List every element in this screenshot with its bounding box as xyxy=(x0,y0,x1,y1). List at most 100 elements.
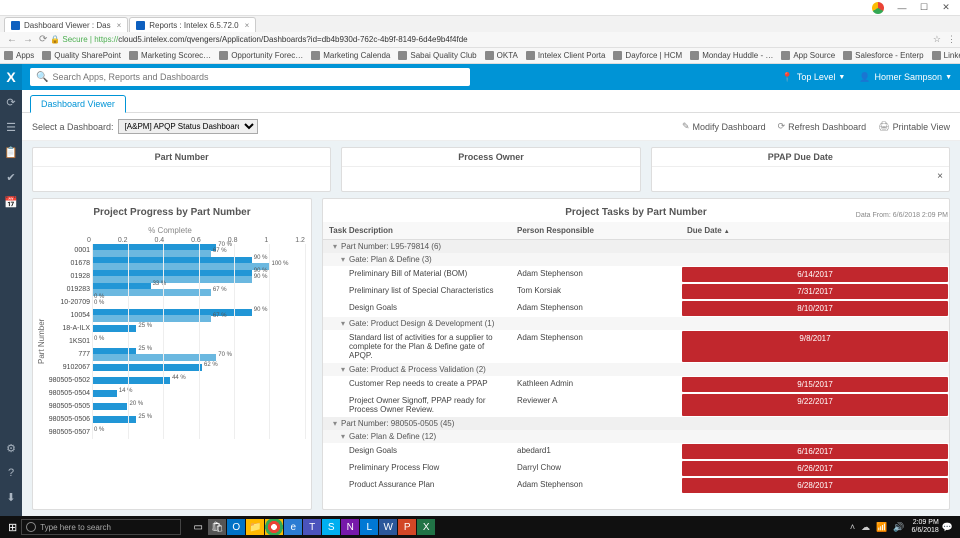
rail-item[interactable]: 📋 xyxy=(4,146,18,159)
chrome-app-icon[interactable] xyxy=(265,519,283,535)
bar-series-2[interactable]: 67 % xyxy=(92,289,211,296)
table-row[interactable]: Preliminary Process FlowDarryl Chow6/26/… xyxy=(323,460,949,477)
url-text[interactable]: Secure | https://cloud5.intelex.com/qven… xyxy=(62,35,927,44)
table-row[interactable]: Preliminary list of Special Characterist… xyxy=(323,283,949,300)
bookmark-item[interactable]: Opportunity Forec… xyxy=(219,51,303,60)
bookmark-item[interactable]: Dayforce | HCM xyxy=(613,51,682,60)
reload-button[interactable]: ⟳ xyxy=(39,34,47,45)
bar-series-2[interactable]: 67 % xyxy=(92,250,211,257)
group-gate[interactable]: ▾Gate: Plan & Define (12) xyxy=(323,430,949,443)
tray-up-icon[interactable]: ˄ xyxy=(850,522,855,532)
table-row[interactable]: Project Owner Signoff, PPAP ready for Pr… xyxy=(323,393,949,417)
table-row[interactable]: Preliminary Bill of Material (BOM)Adam S… xyxy=(323,266,949,283)
rail-item[interactable]: ⟳ xyxy=(6,96,15,109)
collapse-icon[interactable]: ▾ xyxy=(341,255,349,264)
table-row[interactable]: Standard list of activities for a suppli… xyxy=(323,330,949,363)
global-search[interactable]: 🔍 xyxy=(30,68,470,86)
group-part-number[interactable]: ▾Part Number: 980505-0505 (45) xyxy=(323,417,949,430)
bookmark-item[interactable]: App Source xyxy=(781,51,835,60)
user-menu[interactable]: 👤 Homer Sampson ▼ xyxy=(859,72,952,83)
close-button[interactable]: ✕ xyxy=(936,2,956,14)
search-input[interactable] xyxy=(52,72,464,82)
bar-series-2[interactable]: 100 % xyxy=(92,263,270,270)
table-row[interactable]: Design Goalsabedard16/16/2017 xyxy=(323,443,949,460)
dashboard-select[interactable]: [A&PM] APQP Status Dashboard xyxy=(118,119,258,134)
rail-item[interactable]: ☰ xyxy=(6,121,16,134)
table-row[interactable]: Product Assurance PlanAdam Stephenson6/2… xyxy=(323,477,949,494)
rail-item[interactable]: ? xyxy=(8,467,14,479)
back-button[interactable]: ← xyxy=(7,34,17,45)
collapse-icon[interactable]: ▾ xyxy=(341,365,349,374)
printable-view-link[interactable]: 🖨Printable View xyxy=(878,121,950,132)
top-level-dropdown[interactable]: 📍 Top Level ▼ xyxy=(782,72,846,83)
bar-series-2[interactable]: 67 % xyxy=(92,315,211,322)
tray-volume-icon[interactable]: 🔊 xyxy=(893,522,904,533)
tray-notifications-icon[interactable]: 💬 xyxy=(942,522,953,533)
tab-dashboard-viewer[interactable]: Dashboard Viewer xyxy=(30,95,126,113)
outlook-icon[interactable]: O xyxy=(227,519,245,535)
bar-series-2[interactable]: 90 % xyxy=(92,276,252,283)
bar-series-1[interactable]: 44 % xyxy=(92,377,170,384)
skype-icon[interactable]: S xyxy=(322,519,340,535)
bookmark-item[interactable]: Quality SharePoint xyxy=(42,51,121,60)
collapse-icon[interactable]: ▾ xyxy=(333,419,341,428)
tab-close-icon[interactable]: × xyxy=(117,21,122,30)
bookmark-item[interactable]: Marketing Calenda xyxy=(311,51,390,60)
filter-card[interactable]: Process Owner xyxy=(341,147,640,192)
col-due-date[interactable]: Due Date▲ xyxy=(681,222,949,239)
bar-series-1[interactable]: 14 % xyxy=(92,390,117,397)
refresh-dashboard-link[interactable]: ⟳Refresh Dashboard xyxy=(778,121,867,132)
forward-button[interactable]: → xyxy=(23,34,33,45)
bar-series-1[interactable]: 25 % xyxy=(92,416,136,423)
modify-dashboard-link[interactable]: ✎Modify Dashboard xyxy=(682,121,766,132)
clock[interactable]: 2:09 PM6/6/2018 xyxy=(912,519,939,535)
bar-series-1[interactable]: 62 % xyxy=(92,364,202,371)
rail-item[interactable]: ⚙ xyxy=(6,442,16,455)
tray-wifi-icon[interactable]: 📶 xyxy=(876,522,887,533)
bookmark-item[interactable]: LinkedIn xyxy=(932,51,960,60)
filter-card[interactable]: PPAP Due Date× xyxy=(651,147,950,192)
filter-card[interactable]: Part Number xyxy=(32,147,331,192)
collapse-icon[interactable]: ▾ xyxy=(341,319,349,328)
bookmark-item[interactable]: Monday Huddle - … xyxy=(690,51,773,60)
store-icon[interactable]: 🛍 xyxy=(208,519,226,535)
browser-tab[interactable]: Reports : Intelex 6.5.72.0 × xyxy=(129,17,256,32)
bar-series-1[interactable]: 25 % xyxy=(92,325,136,332)
rail-item[interactable]: ⬇ xyxy=(6,491,15,504)
word-icon[interactable]: W xyxy=(379,519,397,535)
bookmark-item[interactable]: Sabai Quality Club xyxy=(398,51,476,60)
group-gate[interactable]: ▾Gate: Product Design & Development (1) xyxy=(323,317,949,330)
bookmark-item[interactable]: Marketing Scorec… xyxy=(129,51,211,60)
menu-icon[interactable]: ⋮ xyxy=(947,34,956,45)
collapse-icon[interactable]: ▾ xyxy=(341,432,349,441)
tab-close-icon[interactable]: × xyxy=(245,21,250,30)
start-button[interactable]: ⊞ xyxy=(8,521,17,534)
edge-icon[interactable]: e xyxy=(284,519,302,535)
group-gate[interactable]: ▾Gate: Plan & Define (3) xyxy=(323,253,949,266)
bookmark-item[interactable]: Intelex Client Porta xyxy=(526,51,606,60)
filter-clear-icon[interactable]: × xyxy=(937,171,943,182)
cortana-search[interactable]: Type here to search xyxy=(21,519,181,535)
table-row[interactable]: Design GoalsAdam Stephenson8/10/2017 xyxy=(323,300,949,317)
bookmark-item[interactable]: Apps xyxy=(4,51,34,60)
lync-icon[interactable]: L xyxy=(360,519,378,535)
group-part-number[interactable]: ▾Part Number: L95-79814 (6) xyxy=(323,240,949,253)
star-icon[interactable]: ☆ xyxy=(933,34,941,45)
excel-icon[interactable]: X xyxy=(417,519,435,535)
rail-item[interactable]: 📅 xyxy=(4,196,18,209)
bookmark-item[interactable]: Salesforce - Enterp xyxy=(843,51,923,60)
minimize-button[interactable]: — xyxy=(892,2,912,14)
app-logo[interactable]: X xyxy=(0,64,22,90)
collapse-icon[interactable]: ▾ xyxy=(333,242,341,251)
maximize-button[interactable]: ☐ xyxy=(914,2,934,14)
task-view-icon[interactable]: ▭ xyxy=(189,519,207,535)
rail-item[interactable]: ✔ xyxy=(6,171,15,184)
teams-icon[interactable]: T xyxy=(303,519,321,535)
tray-cloud-icon[interactable]: ☁ xyxy=(861,522,870,533)
bookmark-item[interactable]: OKTA xyxy=(485,51,518,60)
col-person-responsible[interactable]: Person Responsible xyxy=(511,222,681,239)
group-gate[interactable]: ▾Gate: Product & Process Validation (2) xyxy=(323,363,949,376)
powerpoint-icon[interactable]: P xyxy=(398,519,416,535)
browser-tab[interactable]: Dashboard Viewer : Das × xyxy=(4,17,128,32)
bar-series-1[interactable]: 20 % xyxy=(92,403,127,410)
